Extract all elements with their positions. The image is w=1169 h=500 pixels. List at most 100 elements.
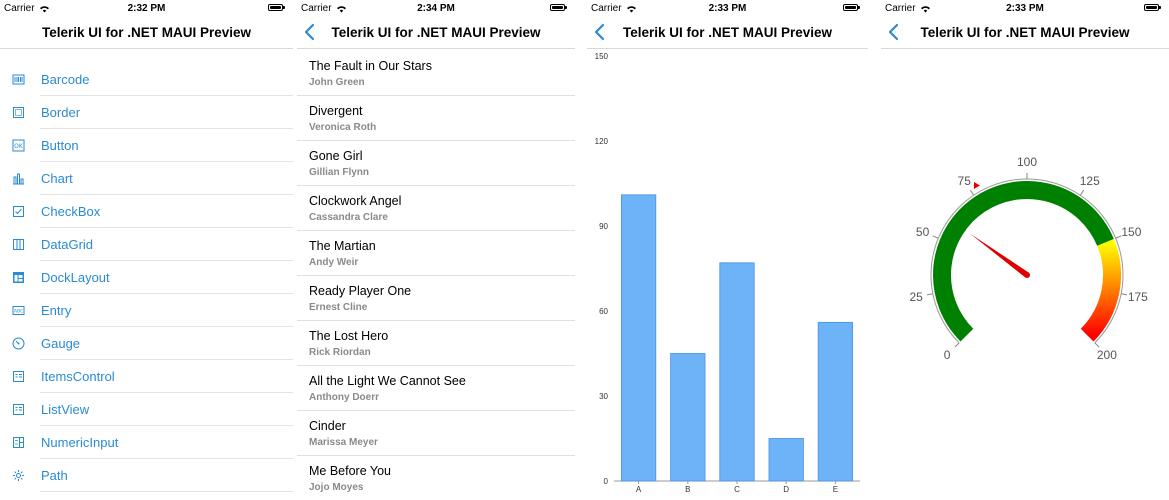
status-time: 2:32 PM [127, 3, 166, 14]
gauge-tick [1079, 189, 1085, 196]
gauge-label: 150 [1121, 225, 1141, 239]
y-tick-label: 60 [599, 307, 608, 316]
status-time: 2:33 PM [1006, 3, 1044, 14]
gauge-tick [954, 342, 960, 348]
x-tick-label: A [636, 485, 642, 494]
menu-item-button[interactable]: OK Button [0, 129, 293, 162]
y-tick-label: 150 [595, 52, 609, 61]
y-tick-label: 30 [599, 392, 608, 401]
book-author: John Green [309, 77, 365, 88]
gauge-tick [1094, 342, 1100, 348]
entry-icon: ABC [12, 306, 25, 315]
list-item[interactable]: Me Before You Jojo Moyes [297, 456, 575, 500]
menu-item-label: Button [41, 138, 79, 153]
screen-menu: Carrier 2:32 PM Telerik UI for .NET MAUI… [0, 0, 293, 500]
menu-item-label: CheckBox [41, 204, 101, 219]
list-item[interactable]: Divergent Veronica Roth [297, 96, 575, 141]
gauge-needle-cap [1024, 272, 1030, 278]
y-tick-label: 120 [595, 137, 609, 146]
status-bar: Carrier 2:33 PM [587, 0, 868, 16]
bar-d [768, 438, 804, 482]
list-item[interactable]: The Martian Andy Weir [297, 231, 575, 276]
gauge-label: 125 [1080, 174, 1100, 188]
gauge-label: 50 [916, 225, 930, 239]
menu-item-label: NumericInput [41, 435, 119, 450]
book-list: The Fault in Our Stars John Green Divergen… [297, 51, 575, 500]
battery-icon [843, 4, 860, 11]
chart-icon [13, 173, 24, 185]
list-item[interactable]: The Lost Hero Rick Riordan [297, 321, 575, 366]
book-title: Me Before You [309, 464, 392, 478]
menu-item-label: Path [41, 468, 68, 483]
book-author: Anthony Doerr [309, 392, 379, 403]
menu-item-datagrid[interactable]: DataGrid [0, 228, 293, 261]
menu-item-listview[interactable]: ListView [0, 393, 293, 426]
book-author: Rick Riordan [309, 347, 371, 358]
menu-item-label: DataGrid [41, 237, 94, 252]
list-item[interactable]: All the Light We Cannot See Anthony Doerr [297, 366, 575, 411]
book-title: The Fault in Our Stars [309, 59, 432, 73]
menu-item-label: Entry [41, 303, 72, 318]
battery-icon [1144, 4, 1161, 11]
menu-item-itemscontrol[interactable]: ItemsControl [0, 360, 293, 393]
menu-item-entry[interactable]: ABC Entry [0, 294, 293, 327]
barcode-icon [12, 74, 25, 85]
svg-text:OK: OK [14, 143, 24, 150]
navigation-bar: Telerik UI for .NET MAUI Preview [297, 16, 575, 49]
x-tick-label: B [685, 485, 690, 494]
book-title: All the Light We Cannot See [309, 374, 466, 388]
gauge-label: 100 [1017, 155, 1037, 169]
book-author: Jojo Moyes [309, 482, 364, 493]
battery-icon [550, 4, 567, 11]
border-icon [13, 107, 24, 118]
book-author: Gillian Flynn [309, 167, 370, 178]
gauge-label: 200 [1097, 348, 1117, 362]
bar-c [719, 262, 755, 482]
x-tick-label: C [734, 485, 740, 494]
list-item[interactable]: The Fault in Our Stars John Green [297, 51, 575, 96]
list-item[interactable]: Clockwork Angel Cassandra Clare [297, 186, 575, 231]
datagrid-icon [13, 239, 24, 250]
gauge-label: 25 [909, 290, 923, 304]
gauge-tick [969, 189, 975, 196]
menu-item-label: Gauge [41, 336, 81, 351]
menu-item-docklayout[interactable]: DockLayout [0, 261, 293, 294]
menu-item-label: Barcode [41, 72, 90, 87]
book-title: Gone Girl [309, 149, 363, 163]
gauge-tick [926, 293, 933, 296]
menu-item-checkbox[interactable]: CheckBox [0, 195, 293, 228]
svg-text:ABC: ABC [14, 309, 23, 315]
list-item[interactable]: Cinder Marissa Meyer [297, 411, 575, 456]
menu-item-path[interactable]: Path [0, 459, 293, 492]
status-time: 2:33 PM [708, 3, 747, 14]
menu-item-numericinput[interactable]: NumericInput [0, 426, 293, 459]
menu-item-chart[interactable]: Chart [0, 162, 293, 195]
radial-gauge: 0 25 50 75 100 125 150 175 200 [909, 155, 1148, 362]
listview-icon [13, 404, 24, 415]
status-time: 2:34 PM [417, 3, 455, 14]
menu-item-gauge[interactable]: Gauge [0, 327, 293, 360]
itemscontrol-icon [13, 371, 24, 382]
book-author: Ernest Cline [309, 302, 368, 313]
book-title: Clockwork Angel [309, 194, 402, 208]
book-author: Andy Weir [309, 257, 359, 268]
gauge-needle [970, 233, 1029, 278]
page-title: Telerik UI for .NET MAUI Preview [622, 25, 833, 40]
menu-item-label: ListView [41, 402, 90, 417]
page-title: Telerik UI for .NET MAUI Preview [920, 25, 1130, 40]
gauge-marker [973, 182, 980, 190]
book-author: Cassandra Clare [309, 212, 388, 223]
gauge-label: 75 [958, 174, 972, 188]
navigation-bar: Telerik UI for .NET MAUI Preview [587, 16, 868, 49]
page-title: Telerik UI for .NET MAUI Preview [41, 25, 252, 40]
screen-chart: Carrier 2:33 PM Telerik UI for .NET MAUI… [587, 0, 868, 500]
list-item[interactable]: Gone Girl Gillian Flynn [297, 141, 575, 186]
menu-item-border[interactable]: Border [0, 96, 293, 129]
list-item[interactable]: Ready Player One Ernest Cline [297, 276, 575, 321]
x-tick-label: D [783, 485, 789, 494]
gauge-label: 0 [944, 348, 951, 362]
menu-item-barcode[interactable]: Barcode [0, 63, 293, 96]
bar-e [817, 321, 854, 482]
y-tick-label: 0 [604, 477, 609, 486]
book-title: Ready Player One [309, 284, 412, 298]
